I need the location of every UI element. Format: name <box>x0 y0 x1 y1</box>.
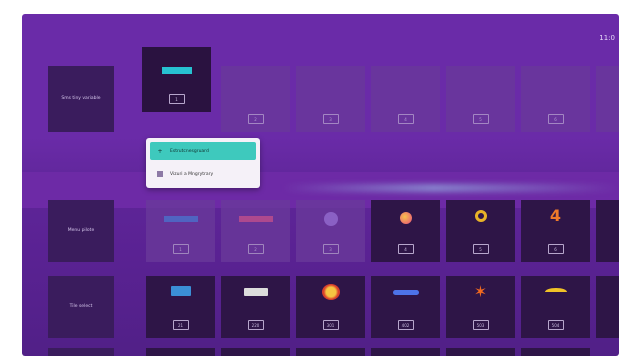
clock: 11:0 <box>599 34 615 42</box>
channel-number: 3 <box>322 244 339 254</box>
channel-number: 4 <box>397 244 414 254</box>
channel-tile-3[interactable]: 3 <box>296 66 365 132</box>
blue-bar-icon <box>163 216 198 222</box>
channel-tile-25[interactable] <box>371 348 440 356</box>
menu-item-label: Vizuri a Mngrytrary <box>170 171 214 177</box>
menu-item-label: Estrutcnesgruard <box>170 148 209 154</box>
row-label-2: Menu pilote <box>48 200 114 262</box>
channel-number: 5 <box>472 244 489 254</box>
row-label-1: Sms tiny variable <box>48 66 114 132</box>
channel-number: 504 <box>547 320 564 330</box>
channel-number: 220 <box>247 320 264 330</box>
channel-tile-26[interactable] <box>446 348 515 356</box>
channel-tile-24[interactable] <box>296 348 365 356</box>
channel-tile-11[interactable]: 4 <box>371 200 440 262</box>
channel-tile-7[interactable]: 7 <box>596 66 619 132</box>
channel-tile-8[interactable]: 1 <box>146 200 215 262</box>
news-logo-icon <box>170 286 191 296</box>
glow-strip <box>282 184 619 192</box>
channel-tile-10[interactable]: 3 <box>296 200 365 262</box>
row-label-4 <box>48 348 114 356</box>
channel-tile-27[interactable] <box>521 348 590 356</box>
blue-wave-icon <box>392 290 419 295</box>
yellow-ring-icon <box>474 210 487 222</box>
channel-number: 4 <box>397 114 414 124</box>
channel-tile-20[interactable]: 504 <box>521 276 590 338</box>
channel-number: 5 <box>472 114 489 124</box>
channel-tile-21[interactable] <box>596 276 619 338</box>
purple-dot-icon <box>323 212 338 226</box>
yellow-arc-icon <box>544 288 567 296</box>
channel-number: 1 <box>168 94 185 104</box>
channel-number: 2 <box>247 244 264 254</box>
menu-item-grid[interactable]: Vizuri a Mngrytrary <box>150 165 256 183</box>
row-label-3: Tile select <box>48 276 114 338</box>
channel-number: 402 <box>397 320 414 330</box>
channel-tile-14[interactable] <box>596 200 619 262</box>
brand-logo-icon <box>161 67 192 74</box>
channel-tile-1[interactable]: 1 <box>142 47 211 112</box>
channel-tile-18[interactable]: 402 <box>371 276 440 338</box>
red-bar-icon <box>238 216 273 222</box>
channel-number: 6 <box>547 114 564 124</box>
channel-tile-19[interactable]: ✶ 503 <box>446 276 515 338</box>
channel-tile-23[interactable] <box>221 348 290 356</box>
channel-tile-15[interactable]: 21 <box>146 276 215 338</box>
sono-logo-icon <box>243 288 268 296</box>
channel-tile-22[interactable] <box>146 348 215 356</box>
channel-tile-16[interactable]: 220 <box>221 276 290 338</box>
channel-number: 6 <box>547 244 564 254</box>
channel-number: 2 <box>247 114 264 124</box>
channel-tile-2[interactable]: 2 <box>221 66 290 132</box>
channel-number: 1 <box>172 244 189 254</box>
channel-number: 3 <box>322 114 339 124</box>
channel-tile-6[interactable]: 6 <box>521 66 590 132</box>
channel-tile-13[interactable]: 4 6 <box>521 200 590 262</box>
channel-number: 21 <box>172 320 189 330</box>
plus-icon: + <box>157 147 163 155</box>
channel-4-icon: 4 <box>549 206 562 225</box>
menu-item-add[interactable]: + Estrutcnesgruard <box>150 142 256 160</box>
channel-tile-4[interactable]: 4 <box>371 66 440 132</box>
orange-circle-icon <box>399 212 412 224</box>
context-menu: + Estrutcnesgruard Vizuri a Mngrytrary <box>146 138 260 188</box>
channel-number: 301 <box>322 320 339 330</box>
tv-guide-screen: 11:0 Sms tiny variable 1 2 3 4 5 6 7 + E… <box>22 14 619 356</box>
star-icon: ✶ <box>473 282 488 301</box>
channel-tile-17[interactable]: 301 <box>296 276 365 338</box>
channel-number: 503 <box>472 320 489 330</box>
music-logo-icon <box>321 284 340 300</box>
channel-tile-12[interactable]: 5 <box>446 200 515 262</box>
channel-tile-5[interactable]: 5 <box>446 66 515 132</box>
channel-tile-9[interactable]: 2 <box>221 200 290 262</box>
grid-icon <box>156 170 164 178</box>
